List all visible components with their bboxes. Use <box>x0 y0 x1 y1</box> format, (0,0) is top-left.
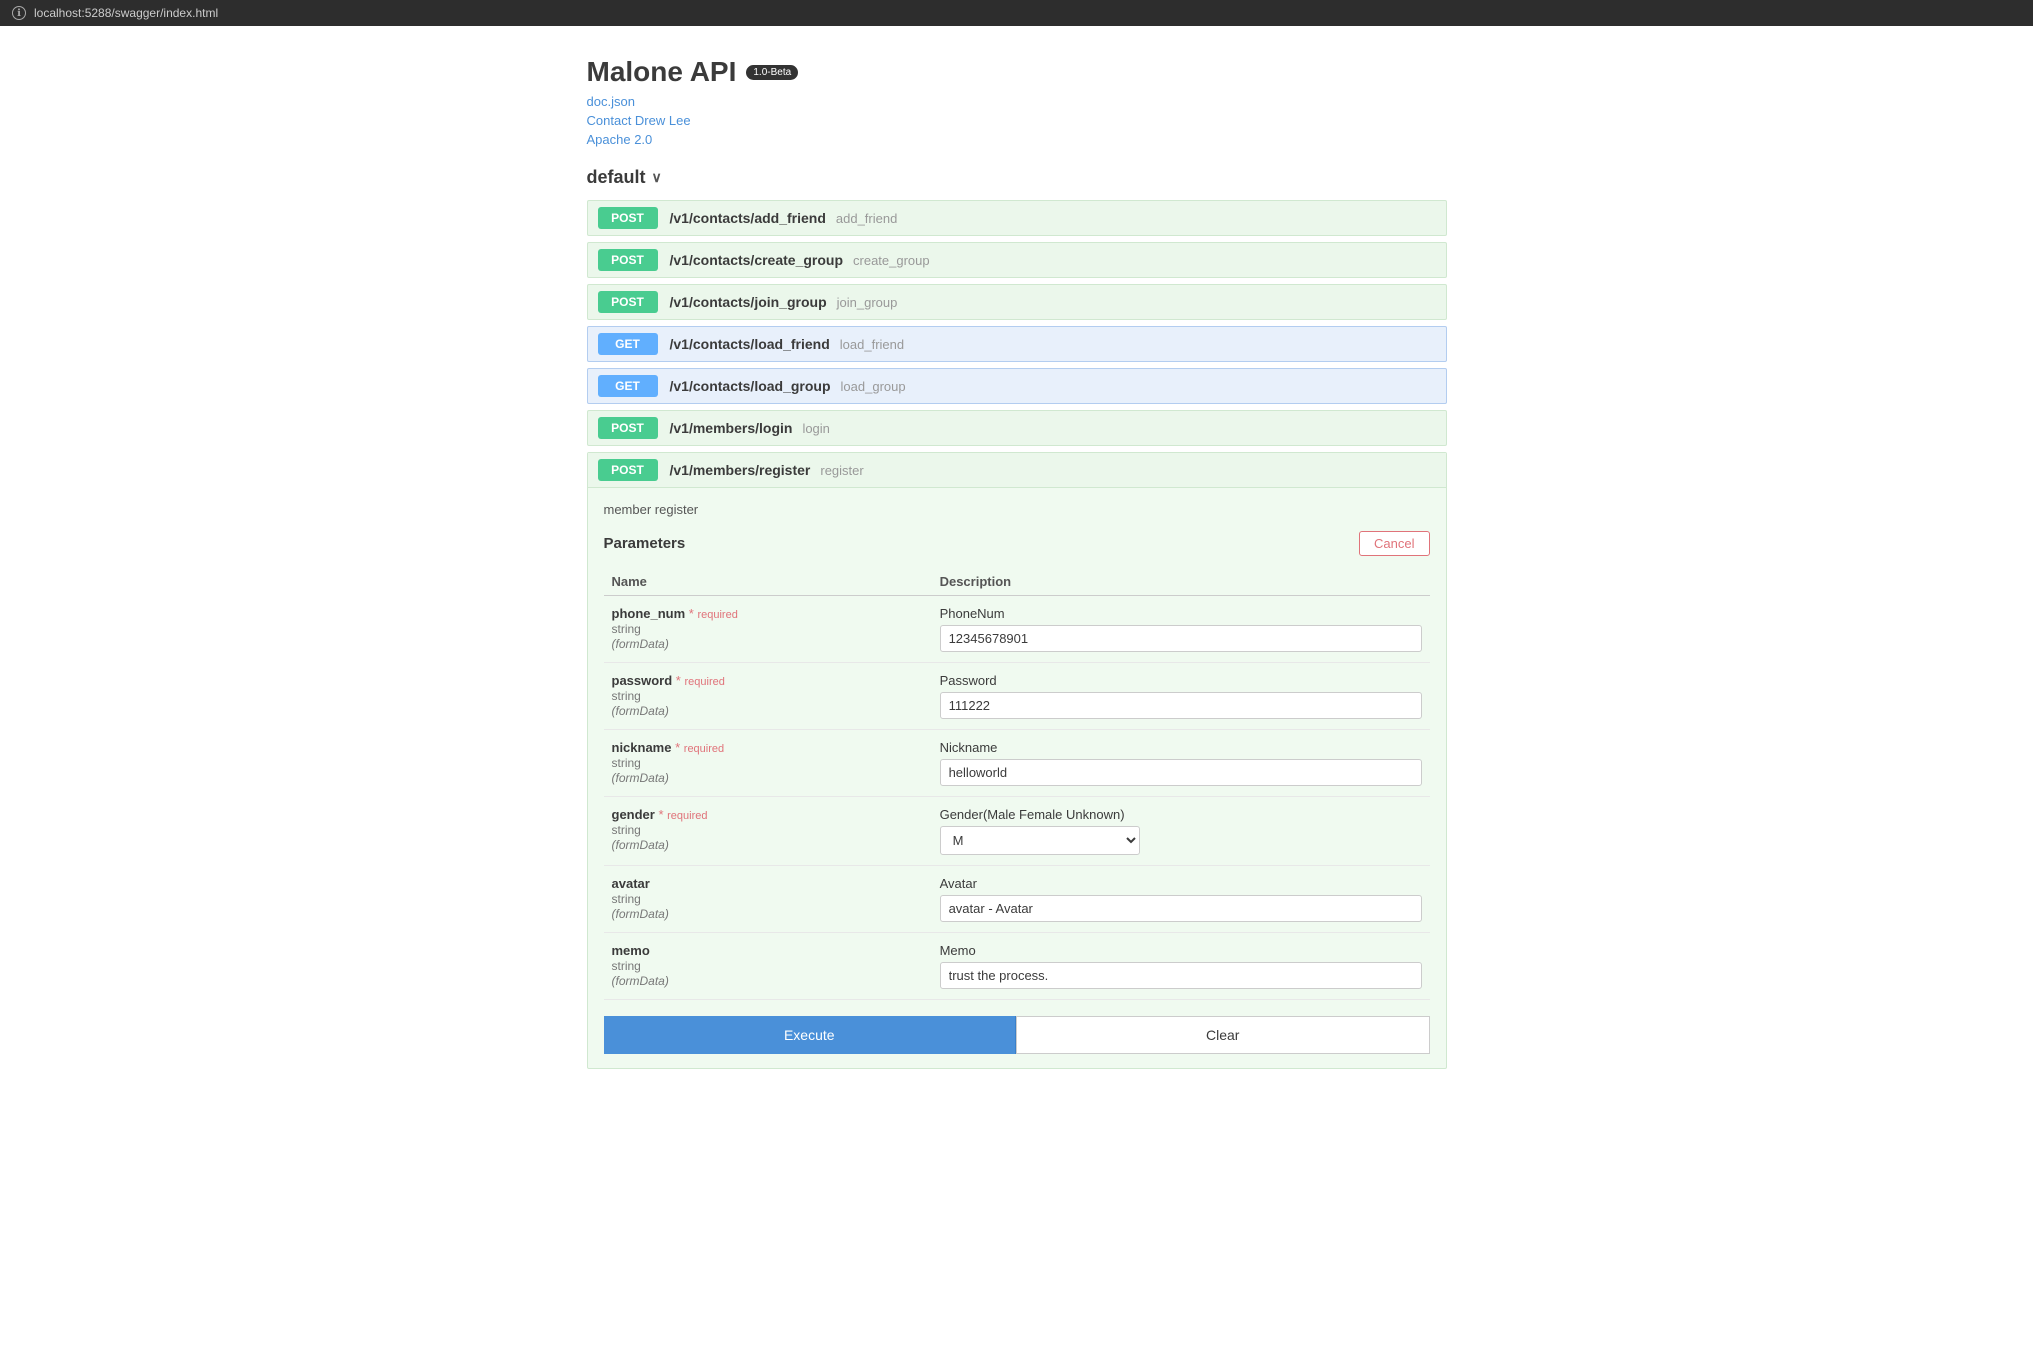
clear-button[interactable]: Clear <box>1016 1016 1430 1054</box>
endpoint-row-4[interactable]: GET /v1/contacts/load_group load_group <box>587 368 1447 404</box>
param-label-nickname: Nickname <box>940 740 1422 755</box>
endpoint-path-0: /v1/contacts/add_friend <box>670 210 826 226</box>
param-input-avatar[interactable] <box>940 895 1422 922</box>
param-label-avatar: Avatar <box>940 876 1422 891</box>
method-badge-0: POST <box>598 207 658 229</box>
param-type-avatar: string <box>612 892 641 906</box>
param-label-phone_num: PhoneNum <box>940 606 1422 621</box>
param-row-memo: memo string (formData) Memo <box>604 933 1430 1000</box>
param-row-avatar: avatar string (formData) Avatar <box>604 866 1430 933</box>
param-label-memo: Memo <box>940 943 1422 958</box>
endpoint-row-1[interactable]: POST /v1/contacts/create_group create_gr… <box>587 242 1447 278</box>
section-chevron-icon: ∨ <box>652 169 662 186</box>
endpoint-summary-0: add_friend <box>836 211 897 226</box>
endpoint-path-4: /v1/contacts/load_group <box>670 378 831 394</box>
param-type-memo: string <box>612 959 641 973</box>
param-name-memo: memo <box>612 943 650 958</box>
param-type-nickname: string <box>612 756 641 770</box>
param-source-phone_num: (formData) <box>612 637 669 651</box>
section-title: default <box>587 167 646 188</box>
param-name-phone_num: phone_num <box>612 606 686 621</box>
browser-bar: ℹ localhost:5288/swagger/index.html <box>0 0 2033 26</box>
parameters-header: Parameters Cancel <box>604 531 1430 556</box>
endpoint-row-3[interactable]: GET /v1/contacts/load_friend load_friend <box>587 326 1447 362</box>
endpoint-row-2[interactable]: POST /v1/contacts/join_group join_group <box>587 284 1447 320</box>
browser-url: localhost:5288/swagger/index.html <box>34 6 218 20</box>
execute-button[interactable]: Execute <box>604 1016 1017 1054</box>
endpoint-summary-2: join_group <box>837 295 898 310</box>
endpoint-summary-3: load_friend <box>840 337 904 352</box>
register-endpoint-expanded: POST /v1/members/register register membe… <box>587 452 1447 1069</box>
endpoint-path-5: /v1/members/login <box>670 420 793 436</box>
contact-link[interactable]: Contact Drew Lee <box>587 113 1447 128</box>
param-type-password: string <box>612 689 641 703</box>
param-source-password: (formData) <box>612 704 669 718</box>
register-endpoint-path: /v1/members/register <box>670 462 811 478</box>
param-source-memo: (formData) <box>612 974 669 988</box>
endpoint-path-2: /v1/contacts/join_group <box>670 294 827 310</box>
param-name-gender: gender <box>612 807 655 822</box>
required-star-nickname: * <box>671 740 683 755</box>
param-row-phone_num: phone_num * required string (formData) P… <box>604 596 1430 663</box>
register-method-badge: POST <box>598 459 658 481</box>
col-name-header: Name <box>604 568 932 596</box>
api-title-row: Malone API 1.0-Beta <box>587 56 1447 88</box>
endpoint-summary-4: load_group <box>841 379 906 394</box>
license-link[interactable]: Apache 2.0 <box>587 132 1447 147</box>
method-badge-3: GET <box>598 333 658 355</box>
endpoint-row-0[interactable]: POST /v1/contacts/add_friend add_friend <box>587 200 1447 236</box>
method-badge-1: POST <box>598 249 658 271</box>
register-endpoint-summary: register <box>820 463 863 478</box>
required-label-gender: required <box>667 810 707 822</box>
endpoint-summary-1: create_group <box>853 253 930 268</box>
required-star-password: * <box>672 673 684 688</box>
endpoints-list: POST /v1/contacts/add_friend add_friend … <box>587 200 1447 446</box>
endpoint-path-1: /v1/contacts/create_group <box>670 252 844 268</box>
param-row-nickname: nickname * required string (formData) Ni… <box>604 730 1430 797</box>
required-star-phone_num: * <box>685 606 697 621</box>
beta-badge: 1.0-Beta <box>746 65 798 80</box>
action-buttons: Execute Clear <box>604 1016 1430 1054</box>
param-type-phone_num: string <box>612 622 641 636</box>
param-input-password[interactable] <box>940 692 1422 719</box>
cancel-button[interactable]: Cancel <box>1359 531 1429 556</box>
required-star-gender: * <box>655 807 667 822</box>
endpoint-row-5[interactable]: POST /v1/members/login login <box>587 410 1447 446</box>
section-header[interactable]: default ∨ <box>587 167 1447 188</box>
register-content: member register Parameters Cancel Name D… <box>588 488 1446 1068</box>
required-label-phone_num: required <box>697 609 737 621</box>
param-type-gender: string <box>612 823 641 837</box>
endpoint-path-3: /v1/contacts/load_friend <box>670 336 830 352</box>
col-desc-header: Description <box>932 568 1430 596</box>
register-description: member register <box>604 502 1430 517</box>
param-select-gender[interactable]: MFemaleUnknown <box>940 826 1140 855</box>
param-input-memo[interactable] <box>940 962 1422 989</box>
param-name-nickname: nickname <box>612 740 672 755</box>
param-label-gender: Gender(Male Female Unknown) <box>940 807 1422 822</box>
params-table: Name Description phone_num * required st… <box>604 568 1430 1000</box>
required-label-nickname: required <box>684 743 724 755</box>
endpoint-summary-5: login <box>802 421 829 436</box>
method-badge-4: GET <box>598 375 658 397</box>
param-input-phone_num[interactable] <box>940 625 1422 652</box>
param-source-gender: (formData) <box>612 838 669 852</box>
param-row-gender: gender * required string (formData) Gend… <box>604 797 1430 866</box>
param-label-password: Password <box>940 673 1422 688</box>
param-name-password: password <box>612 673 673 688</box>
required-label-password: required <box>684 676 724 688</box>
register-endpoint-row[interactable]: POST /v1/members/register register <box>588 453 1446 488</box>
api-title: Malone API <box>587 56 737 88</box>
info-icon: ℹ <box>12 6 26 20</box>
method-badge-5: POST <box>598 417 658 439</box>
parameters-label: Parameters <box>604 535 686 552</box>
param-source-avatar: (formData) <box>612 907 669 921</box>
param-row-password: password * required string (formData) Pa… <box>604 663 1430 730</box>
param-name-avatar: avatar <box>612 876 650 891</box>
method-badge-2: POST <box>598 291 658 313</box>
doc-json-link[interactable]: doc.json <box>587 94 1447 109</box>
param-source-nickname: (formData) <box>612 771 669 785</box>
param-input-nickname[interactable] <box>940 759 1422 786</box>
